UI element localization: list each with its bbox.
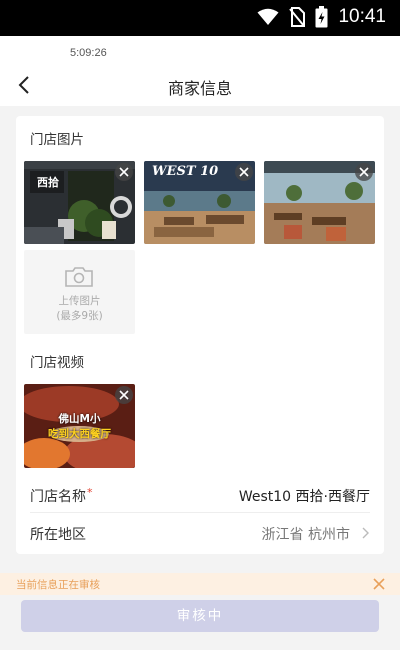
status-icons: 10:41 <box>257 6 386 28</box>
under-review-button[interactable]: 审核中 <box>21 600 379 632</box>
no-sim-icon <box>289 7 306 27</box>
wifi-icon <box>257 8 279 25</box>
store-name-label-text: 门店名称 <box>30 489 86 505</box>
page-title: 商家信息 <box>167 79 232 98</box>
upload-limit: (最多9张) <box>56 310 103 322</box>
required-mark: * <box>87 486 93 499</box>
camera-icon <box>65 267 93 287</box>
battery-charging-icon <box>315 6 328 28</box>
remove-image-1-button[interactable] <box>115 163 133 181</box>
nav-bar: 5:09:26 商家信息 <box>0 36 400 106</box>
close-icon <box>119 167 129 177</box>
review-notice: 当前信息正在审核 <box>0 573 400 595</box>
store-image-1-sign: 西拾 <box>37 176 59 189</box>
remove-image-2-button[interactable] <box>235 163 253 181</box>
close-icon <box>119 390 129 400</box>
upload-image-button[interactable]: 上传图片 (最多9张) <box>24 250 135 334</box>
close-icon[interactable] <box>372 577 386 591</box>
nav-clock: 5:09:26 <box>70 47 107 59</box>
video-caption-line2: 吃到大西餐厅 <box>48 428 111 440</box>
close-icon <box>239 167 249 177</box>
row-divider <box>30 512 370 513</box>
store-video[interactable]: 佛山M小 吃到大西餐厅 <box>24 384 135 468</box>
region-row[interactable]: 所在地区 浙江省 杭州市 <box>30 514 370 554</box>
store-name-value: West10 西拾·西餐厅 <box>238 489 370 505</box>
status-time: 10:41 <box>338 6 386 27</box>
review-notice-text: 当前信息正在审核 <box>16 579 100 591</box>
remove-video-button[interactable] <box>115 386 133 404</box>
status-bar: 10:41 <box>0 0 400 36</box>
store-video-label: 门店视频 <box>30 355 84 371</box>
upload-hint: 上传图片 (最多9张) <box>24 294 135 324</box>
store-images-label: 门店图片 <box>30 132 84 148</box>
video-caption-line1: 佛山M小 <box>58 413 101 425</box>
store-image-2-sign: WEST 10 <box>152 164 219 179</box>
store-name-label: 门店名称* <box>30 486 93 506</box>
close-icon <box>359 167 369 177</box>
store-image-3[interactable] <box>264 161 375 244</box>
region-value: 浙江省 杭州市 <box>261 527 350 543</box>
store-image-2[interactable]: WEST 10 <box>144 161 255 244</box>
upload-label: 上传图片 <box>58 295 101 307</box>
remove-image-3-button[interactable] <box>355 163 373 181</box>
store-name-row[interactable]: 门店名称* West10 西拾·西餐厅 <box>30 476 370 516</box>
store-image-1[interactable]: 西拾 <box>24 161 135 244</box>
chevron-right-icon <box>362 527 369 539</box>
region-label: 所在地区 <box>30 527 86 543</box>
merchant-info-card: 门店图片 西拾 WEST 10 上传图片 (最多9张) 门店视频 佛山M小 吃到… <box>16 116 384 554</box>
